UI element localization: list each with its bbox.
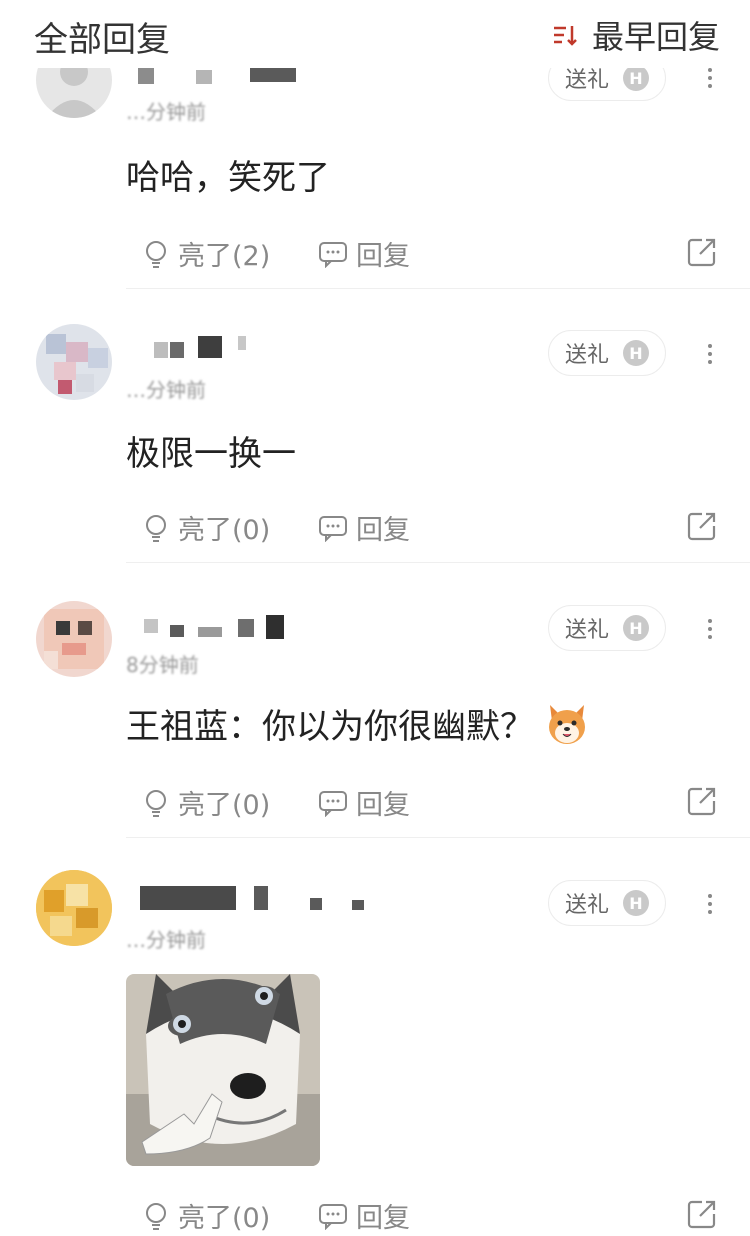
gift-badge-icon: H xyxy=(623,890,649,916)
comment-time: 8分钟前 xyxy=(126,653,199,677)
username-blurred[interactable] xyxy=(126,615,306,639)
comment-item: …分钟前 送礼 H 极限一换一 亮了(0) 回复 xyxy=(0,290,750,565)
gift-button[interactable]: 送礼 H xyxy=(548,330,666,376)
share-icon[interactable] xyxy=(686,510,718,542)
comment-time: …分钟前 xyxy=(126,928,206,952)
comment-text: 哈哈，笑死了 xyxy=(126,158,330,198)
comment-time: …分钟前 xyxy=(126,100,206,124)
comment-time: …分钟前 xyxy=(126,378,206,402)
gift-button[interactable]: 送礼 H xyxy=(548,880,666,926)
gift-label: 送礼 xyxy=(564,618,609,643)
lightbulb-icon xyxy=(146,789,166,817)
gift-badge-icon: H xyxy=(623,65,649,91)
like-label: 亮了(0) xyxy=(178,1203,271,1234)
divider xyxy=(126,562,750,563)
lightbulb-icon xyxy=(146,1202,166,1230)
comment-text-row: 王祖蓝：你以为你很幽默？ xyxy=(126,699,590,748)
comments-header: 全部回复 最早回复 xyxy=(0,0,750,68)
like-button[interactable]: 亮了(2) xyxy=(142,234,270,273)
comment-item: …分钟前 送礼 H 亮了(0) 回复 xyxy=(0,840,750,1234)
gift-badge-icon: H xyxy=(623,340,649,366)
gift-label: 送礼 xyxy=(564,893,609,918)
reply-bubble-icon xyxy=(319,790,347,817)
reply-button[interactable]: 回复 xyxy=(318,234,410,273)
reply-label: 回复 xyxy=(356,790,410,821)
share-icon[interactable] xyxy=(686,1198,718,1230)
reply-label: 回复 xyxy=(356,515,410,546)
divider xyxy=(126,288,750,289)
comment-text: 极限一换一 xyxy=(126,434,296,474)
reply-bubble-icon xyxy=(319,241,347,268)
sort-label: 最早回复 xyxy=(591,18,720,56)
lightbulb-icon xyxy=(146,514,166,542)
like-button[interactable]: 亮了(0) xyxy=(142,783,270,822)
reply-label: 回复 xyxy=(356,241,410,272)
like-button[interactable]: 亮了(0) xyxy=(142,1196,270,1235)
username-blurred[interactable] xyxy=(126,68,306,90)
all-replies-title: 全部回复 xyxy=(34,20,170,60)
username-blurred[interactable] xyxy=(126,886,376,910)
like-button[interactable]: 亮了(0) xyxy=(142,508,270,547)
comment-actions: 亮了(2) 回复 xyxy=(126,234,726,274)
gift-button[interactable]: 送礼 H xyxy=(548,605,666,651)
gift-badge-icon: H xyxy=(623,615,649,641)
sort-earliest-button[interactable]: 最早回复 xyxy=(552,12,720,58)
reply-button[interactable]: 回复 xyxy=(318,1196,410,1235)
comment-actions: 亮了(0) 回复 xyxy=(126,508,726,548)
reply-bubble-icon xyxy=(319,515,347,542)
divider xyxy=(126,837,750,838)
reply-label: 回复 xyxy=(356,1203,410,1234)
shiba-dog-emoji xyxy=(549,704,585,744)
avatar[interactable] xyxy=(36,324,112,400)
comment-actions: 亮了(0) 回复 xyxy=(126,783,726,823)
avatar[interactable] xyxy=(36,870,112,946)
comment-item: 8分钟前 送礼 H 王祖蓝：你以为你很幽默？ 亮了(0) 回复 xyxy=(0,565,750,840)
share-icon[interactable] xyxy=(686,236,718,268)
gift-label: 送礼 xyxy=(564,343,609,368)
more-options-icon[interactable] xyxy=(700,64,720,94)
like-label: 亮了(2) xyxy=(178,241,271,272)
username-blurred[interactable] xyxy=(126,336,266,358)
more-options-icon[interactable] xyxy=(700,340,720,370)
avatar[interactable] xyxy=(36,601,112,677)
more-options-icon[interactable] xyxy=(700,890,720,920)
sort-icon xyxy=(553,26,577,46)
like-label: 亮了(0) xyxy=(178,790,271,821)
comment-text: 王祖蓝：你以为你很幽默？ xyxy=(126,707,534,747)
share-icon[interactable] xyxy=(686,785,718,817)
reply-button[interactable]: 回复 xyxy=(318,783,410,822)
like-label: 亮了(0) xyxy=(178,515,271,546)
husky-sticker[interactable] xyxy=(126,974,320,1166)
reply-bubble-icon xyxy=(319,1203,347,1230)
comment-actions: 亮了(0) 回复 xyxy=(126,1196,726,1236)
more-options-icon[interactable] xyxy=(700,615,720,645)
reply-button[interactable]: 回复 xyxy=(318,508,410,547)
lightbulb-icon xyxy=(146,240,166,268)
